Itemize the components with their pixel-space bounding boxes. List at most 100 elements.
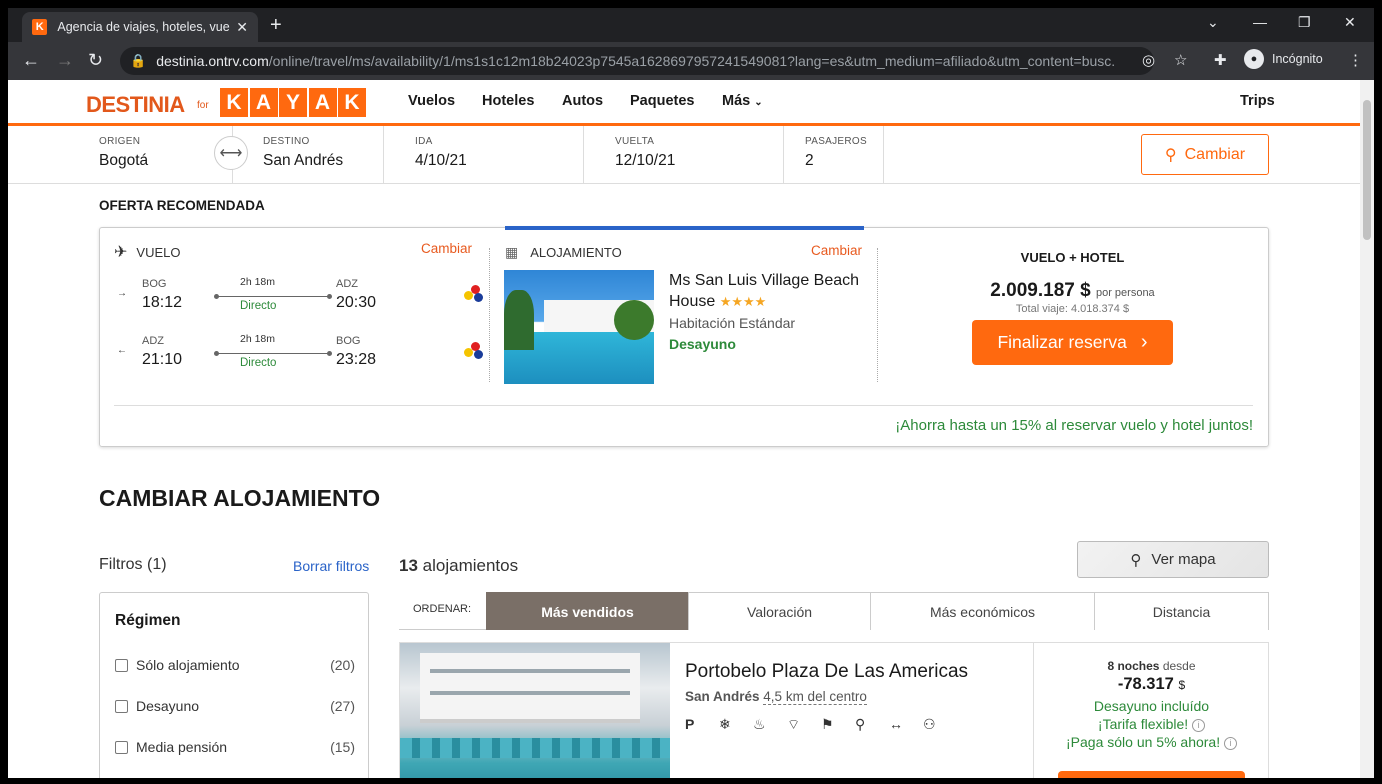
origin-field[interactable]: ORIGEN Bogotá xyxy=(99,136,148,170)
scrollbar[interactable] xyxy=(1360,80,1374,778)
browser-tab[interactable]: K Agencia de viajes, hoteles, vuelos ✕ xyxy=(22,12,258,42)
browser-toolbar: ← → ↻ 🔒 destinia.ontrv.com/online/travel… xyxy=(8,42,1374,80)
inbound-flight[interactable]: ← ADZ 21:10 2h 18m Directo BOG 23:28 xyxy=(114,333,483,373)
group-icon: ⚇ xyxy=(923,716,936,732)
nav-autos[interactable]: Autos xyxy=(562,93,603,109)
incognito-icon: ● xyxy=(1244,49,1264,69)
air-conditioning-icon: ❄ xyxy=(719,716,731,732)
inbound-to: BOG xyxy=(336,335,361,347)
filter-option-label: Sólo alojamiento xyxy=(136,657,240,673)
hotel-result-location: San Andrés 4,5 km del centro xyxy=(685,689,867,705)
flexible-rate-label: ¡Tarifa flexible! xyxy=(1097,716,1189,732)
tab-close-icon[interactable]: ✕ xyxy=(236,19,248,36)
nav-vuelos[interactable]: Vuelos xyxy=(408,93,455,109)
close-window-icon[interactable]: ✕ xyxy=(1344,14,1356,31)
airline-logo-icon xyxy=(464,285,486,303)
outbound-from: BOG xyxy=(142,278,167,290)
hotel-name[interactable]: Ms San Luis Village Beach House ★★★★ xyxy=(669,270,869,312)
select-hotel-button[interactable] xyxy=(1058,771,1245,778)
checkbox[interactable] xyxy=(115,740,128,754)
checkbox[interactable] xyxy=(115,658,128,672)
kayak-letter: A xyxy=(249,88,278,117)
passengers-field[interactable]: PASAJEROS 2 xyxy=(805,136,867,170)
address-bar[interactable]: 🔒 destinia.ontrv.com/online/travel/ms/av… xyxy=(120,47,1154,75)
destinia-logo[interactable]: DESTINIA xyxy=(86,92,185,118)
from-label: desde xyxy=(1162,659,1196,673)
change-flight-link[interactable]: Cambiar xyxy=(421,241,472,256)
swap-icon[interactable]: ⟷ xyxy=(214,136,248,170)
clear-filters-link[interactable]: Borrar filtros xyxy=(293,558,369,574)
outbound-flight[interactable]: → BOG 18:12 2h 18m Directo ADZ 20:30 xyxy=(114,276,483,316)
filter-option-label: Media pensión xyxy=(136,739,228,755)
browser-window: K Agencia de viajes, hoteles, vuelos ✕ +… xyxy=(8,8,1374,778)
minimize-icon[interactable]: — xyxy=(1253,14,1267,30)
nav-hoteles[interactable]: Hoteles xyxy=(482,93,534,109)
passengers-value: 2 xyxy=(805,152,814,169)
hotel-result-distance[interactable]: 4,5 km del centro xyxy=(763,689,867,705)
change-lodging-link[interactable]: Cambiar xyxy=(811,243,862,258)
lodging-label: ALOJAMIENTO xyxy=(530,245,622,260)
chevron-right-icon: › xyxy=(1140,331,1148,353)
forward-icon[interactable]: → xyxy=(56,50,74,71)
inbound-departure: 21:10 xyxy=(142,351,183,368)
logo-for-text: for xyxy=(197,100,209,111)
inbound-arrival: 23:28 xyxy=(336,351,377,368)
sort-distance[interactable]: Distancia xyxy=(1094,592,1269,630)
kayak-letter: K xyxy=(338,88,366,117)
finish-booking-label: Finalizar reserva xyxy=(997,332,1127,352)
hotel-photo[interactable] xyxy=(504,270,654,384)
view-map-button[interactable]: ⚲ Ver mapa xyxy=(1077,541,1269,578)
nav-mas[interactable]: Más ⌄ xyxy=(722,93,763,109)
scrollbar-thumb[interactable] xyxy=(1363,100,1371,240)
menu-icon[interactable]: ⋮ xyxy=(1348,51,1363,69)
parking-icon: P xyxy=(685,716,695,732)
filter-option-label: Desayuno xyxy=(136,698,200,714)
nav-paquetes[interactable]: Paquetes xyxy=(630,93,694,109)
incognito-profile[interactable]: ● Incógnito xyxy=(1244,49,1323,69)
hotel-result-price: 8 noches desde -78.317 $ Desayuno incluí… xyxy=(1034,659,1269,750)
new-tab-icon[interactable]: + xyxy=(270,14,282,37)
finish-booking-button[interactable]: Finalizar reserva › xyxy=(972,320,1173,365)
sort-cheapest[interactable]: Más económicos xyxy=(870,592,1095,630)
change-search-button[interactable]: ⚲ Cambiar xyxy=(1141,134,1269,175)
divider xyxy=(489,248,490,382)
incognito-label: Incógnito xyxy=(1272,52,1323,66)
map-pin-icon: ⚲ xyxy=(1130,551,1142,569)
nights-info: 8 noches desde xyxy=(1034,659,1269,673)
tab-search-icon[interactable]: ⌄ xyxy=(1207,14,1219,31)
nav-trips[interactable]: Trips xyxy=(1240,93,1275,109)
kayak-logo[interactable]: K A Y A K xyxy=(220,88,368,117)
extensions-icon[interactable]: ✚ xyxy=(1214,51,1227,69)
filter-option[interactable]: Media pensión (15) xyxy=(115,739,355,755)
inbound-from: ADZ xyxy=(142,335,164,347)
info-icon[interactable]: i xyxy=(1224,736,1237,750)
return-label: VUELTA xyxy=(615,136,655,147)
hotel-result-name[interactable]: Portobelo Plaza De Las Americas xyxy=(685,661,968,683)
checkbox[interactable] xyxy=(115,699,128,713)
departure-date-field[interactable]: IDA 4/10/21 xyxy=(415,136,467,170)
filter-option[interactable]: Sólo alojamiento (20) xyxy=(115,657,355,673)
info-icon[interactable]: i xyxy=(1192,718,1206,732)
url-text: destinia.ontrv.com/online/travel/ms/avai… xyxy=(156,53,1117,69)
result-price-value: -78.317 xyxy=(1117,675,1174,693)
return-date-field[interactable]: VUELTA 12/10/21 xyxy=(615,136,675,170)
departure-label: IDA xyxy=(415,136,433,147)
back-icon[interactable]: ← xyxy=(22,50,40,71)
outbound-arrival: 20:30 xyxy=(336,294,377,311)
destination-field[interactable]: DESTINO San Andrés xyxy=(263,136,343,170)
bookmark-star-icon[interactable]: ☆ xyxy=(1174,51,1187,69)
results-count-number: 13 xyxy=(399,556,418,575)
origin-value: Bogotá xyxy=(99,152,149,169)
sort-rating[interactable]: Valoración xyxy=(688,592,871,630)
price-value: 2.009.187 xyxy=(990,280,1075,301)
hotel-result-card[interactable]: Portobelo Plaza De Las Americas San Andr… xyxy=(399,642,1269,778)
maximize-icon[interactable]: ❐ xyxy=(1298,14,1311,31)
tracking-off-icon[interactable]: ◎ xyxy=(1142,51,1155,69)
sort-best-sellers[interactable]: Más vendidos xyxy=(486,592,689,630)
hotel-result-photo[interactable] xyxy=(400,643,670,778)
filter-option[interactable]: Desayuno (27) xyxy=(115,698,355,714)
outbound-departure: 18:12 xyxy=(142,294,183,311)
reload-icon[interactable]: ↻ xyxy=(88,50,103,71)
recommended-offer-title: OFERTA RECOMENDADA xyxy=(99,198,265,213)
amenities-list: P ❄ ♨ ⌔ ⚑ ⚲ ↔ ⚇ xyxy=(685,716,957,734)
